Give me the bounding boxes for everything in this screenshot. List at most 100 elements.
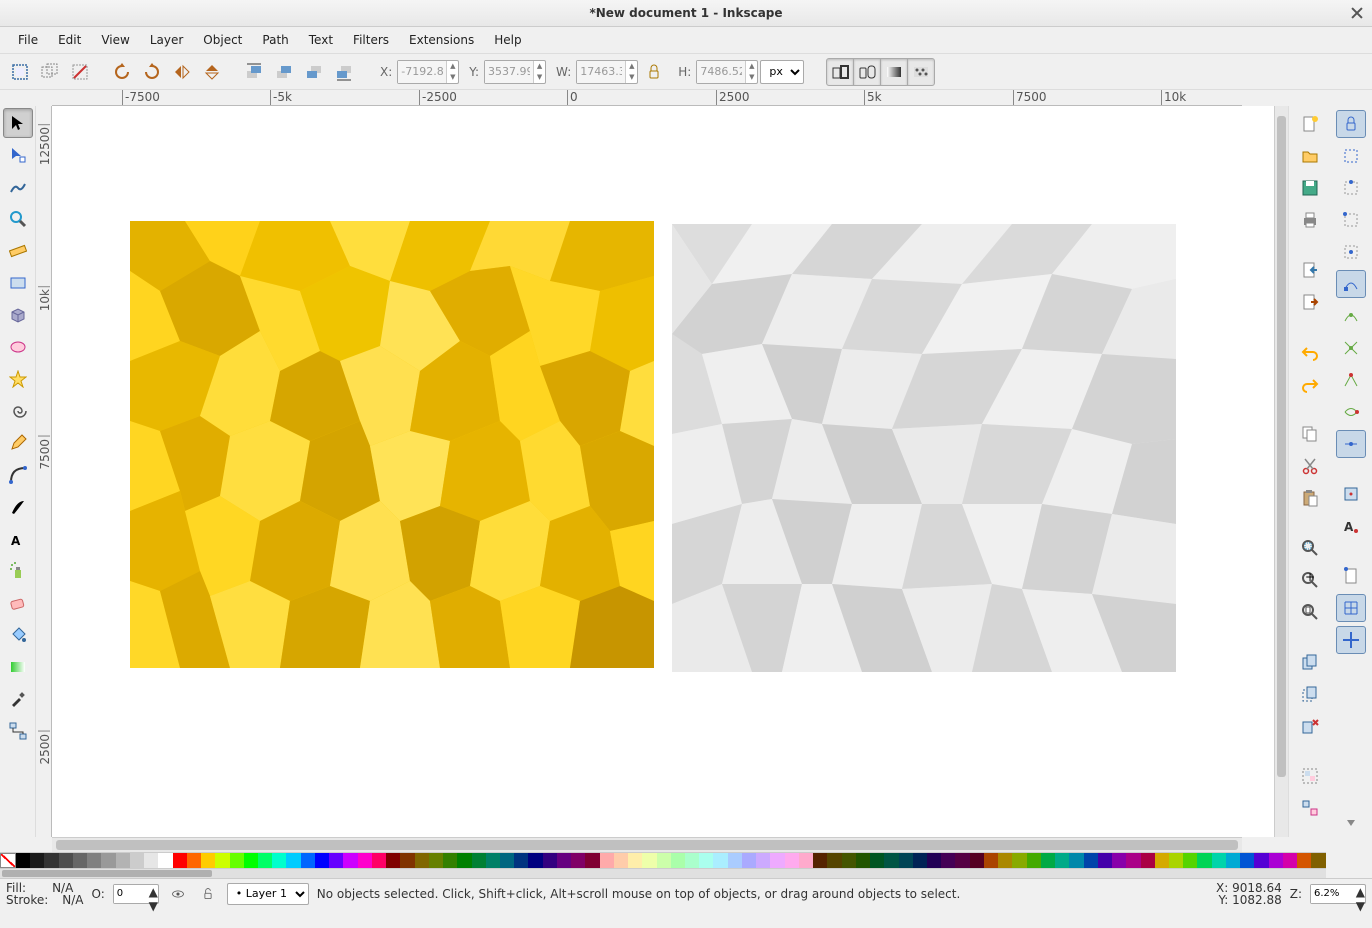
opacity-input[interactable]: ▲▼ bbox=[113, 884, 159, 904]
palette-swatch[interactable] bbox=[671, 853, 685, 868]
palette-swatch[interactable] bbox=[16, 853, 30, 868]
palette-swatch[interactable] bbox=[713, 853, 727, 868]
palette-swatch[interactable] bbox=[870, 853, 884, 868]
palette-swatch[interactable] bbox=[842, 853, 856, 868]
palette-swatch[interactable] bbox=[1069, 853, 1083, 868]
palette-swatch[interactable] bbox=[998, 853, 1012, 868]
snap-path-icon[interactable] bbox=[1336, 302, 1366, 330]
palette-swatch[interactable] bbox=[301, 853, 315, 868]
snap-guide-icon[interactable] bbox=[1336, 626, 1366, 654]
palette-swatch[interactable] bbox=[343, 853, 357, 868]
palette-swatch[interactable] bbox=[1197, 853, 1211, 868]
menu-extensions[interactable]: Extensions bbox=[399, 29, 484, 51]
unlink-clone-icon[interactable] bbox=[1295, 712, 1325, 740]
grey-image[interactable] bbox=[672, 224, 1176, 672]
calligraphy-tool-icon[interactable] bbox=[3, 492, 33, 522]
palette-swatch[interactable] bbox=[429, 853, 443, 868]
palette-swatch[interactable] bbox=[699, 853, 713, 868]
palette-swatch[interactable] bbox=[941, 853, 955, 868]
menu-object[interactable]: Object bbox=[193, 29, 252, 51]
raise-top-icon[interactable] bbox=[240, 58, 268, 86]
palette-swatch[interactable] bbox=[201, 853, 215, 868]
palette-swatch[interactable] bbox=[614, 853, 628, 868]
palette-swatch[interactable] bbox=[73, 853, 87, 868]
rotate-cw-icon[interactable] bbox=[138, 58, 166, 86]
star-tool-icon[interactable] bbox=[3, 364, 33, 394]
palette-swatch[interactable] bbox=[1012, 853, 1026, 868]
canvas[interactable] bbox=[52, 106, 1274, 837]
palette-swatch[interactable] bbox=[514, 853, 528, 868]
open-document-icon[interactable] bbox=[1295, 142, 1325, 170]
palette-swatch[interactable] bbox=[258, 853, 272, 868]
palette-swatch[interactable] bbox=[1098, 853, 1112, 868]
palette-swatch[interactable] bbox=[927, 853, 941, 868]
palette-swatch[interactable] bbox=[528, 853, 542, 868]
clone-icon[interactable] bbox=[1295, 680, 1325, 708]
menu-layer[interactable]: Layer bbox=[140, 29, 193, 51]
cut-icon[interactable] bbox=[1295, 452, 1325, 480]
layer-lock-icon[interactable] bbox=[197, 883, 219, 905]
palette-swatch[interactable] bbox=[443, 853, 457, 868]
w-input[interactable]: ▲▼ bbox=[576, 60, 638, 84]
palette-swatch[interactable] bbox=[884, 853, 898, 868]
palette-swatch[interactable] bbox=[856, 853, 870, 868]
y-input[interactable]: ▲▼ bbox=[484, 60, 546, 84]
ellipse-tool-icon[interactable] bbox=[3, 332, 33, 362]
snap-bbox-edge-icon[interactable] bbox=[1336, 174, 1366, 202]
palette-swatch[interactable] bbox=[913, 853, 927, 868]
affect-gradient-icon[interactable] bbox=[880, 58, 908, 86]
palette-swatch[interactable] bbox=[30, 853, 44, 868]
menu-edit[interactable]: Edit bbox=[48, 29, 91, 51]
menu-text[interactable]: Text bbox=[299, 29, 343, 51]
palette-swatch[interactable] bbox=[728, 853, 742, 868]
selector-tool-icon[interactable] bbox=[3, 108, 33, 138]
export-icon[interactable] bbox=[1295, 288, 1325, 316]
new-document-icon[interactable] bbox=[1295, 110, 1325, 138]
palette-swatch[interactable] bbox=[685, 853, 699, 868]
snap-bbox-midpoint-icon[interactable] bbox=[1336, 238, 1366, 266]
palette-swatch[interactable] bbox=[1226, 853, 1240, 868]
fill-stroke-indicator[interactable]: Fill:N/A Stroke:N/A bbox=[6, 882, 84, 906]
affect-corners-icon[interactable] bbox=[853, 58, 881, 86]
rotate-ccw-icon[interactable] bbox=[108, 58, 136, 86]
gradient-tool-icon[interactable] bbox=[3, 652, 33, 682]
menu-filters[interactable]: Filters bbox=[343, 29, 399, 51]
palette-swatch[interactable] bbox=[543, 853, 557, 868]
palette-swatch[interactable] bbox=[415, 853, 429, 868]
3dbox-tool-icon[interactable] bbox=[3, 300, 33, 330]
palette-swatch[interactable] bbox=[600, 853, 614, 868]
palette-swatch[interactable] bbox=[116, 853, 130, 868]
text-tool-icon[interactable]: A bbox=[3, 524, 33, 554]
palette-swatch[interactable] bbox=[785, 853, 799, 868]
palette-swatch[interactable] bbox=[1183, 853, 1197, 868]
snap-object-center-icon[interactable] bbox=[1336, 480, 1366, 508]
palette-swatch[interactable] bbox=[272, 853, 286, 868]
snap-grid-icon[interactable] bbox=[1336, 594, 1366, 622]
deselect-icon[interactable] bbox=[66, 58, 94, 86]
pencil-tool-icon[interactable] bbox=[3, 428, 33, 458]
eraser-tool-icon[interactable] bbox=[3, 588, 33, 618]
palette-swatch[interactable] bbox=[557, 853, 571, 868]
palette-swatch[interactable] bbox=[44, 853, 58, 868]
snap-nodes-icon[interactable] bbox=[1336, 270, 1366, 298]
snap-cusp-icon[interactable] bbox=[1336, 366, 1366, 394]
import-icon[interactable] bbox=[1295, 256, 1325, 284]
ruler-horizontal[interactable]: -7500-5k-2500025005k750010k bbox=[52, 90, 1242, 106]
palette-swatch[interactable] bbox=[899, 853, 913, 868]
palette-swatch[interactable] bbox=[130, 853, 144, 868]
palette-swatch[interactable] bbox=[472, 853, 486, 868]
dropper-tool-icon[interactable] bbox=[3, 684, 33, 714]
snap-page-icon[interactable] bbox=[1336, 562, 1366, 590]
palette-swatch[interactable] bbox=[1212, 853, 1226, 868]
connector-tool-icon[interactable] bbox=[3, 716, 33, 746]
zoom-page-icon[interactable] bbox=[1295, 598, 1325, 626]
palette-swatch[interactable] bbox=[158, 853, 172, 868]
zoom-selection-icon[interactable] bbox=[1295, 534, 1325, 562]
menu-path[interactable]: Path bbox=[252, 29, 298, 51]
scrollbar-vertical[interactable] bbox=[1274, 106, 1288, 837]
zoom-drawing-icon[interactable]: + bbox=[1295, 566, 1325, 594]
redo-icon[interactable] bbox=[1295, 370, 1325, 398]
palette-swatch[interactable] bbox=[386, 853, 400, 868]
palette-swatch[interactable] bbox=[187, 853, 201, 868]
palette-swatch[interactable] bbox=[955, 853, 969, 868]
